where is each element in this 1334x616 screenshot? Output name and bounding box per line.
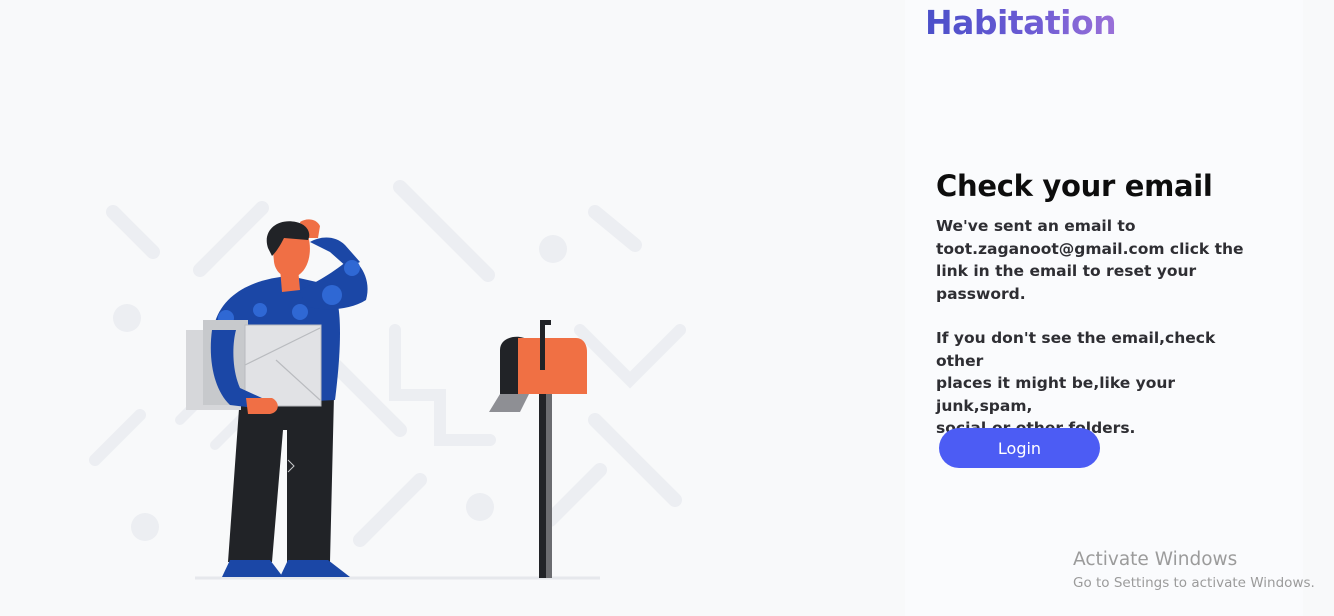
message-line: toot.zaganoot@gmail.com click the [936, 239, 1244, 258]
person-figure [186, 219, 368, 577]
windows-activation-watermark: Activate Windows Go to Settings to activ… [1073, 548, 1315, 593]
page-title: Check your email [936, 169, 1213, 203]
mailbox [489, 320, 587, 578]
message-line: password. [936, 284, 1026, 303]
message-line: link in the email to reset your [936, 262, 1197, 280]
illustration-panel [0, 0, 905, 616]
background-decorations [89, 180, 686, 547]
login-button[interactable]: Login [939, 428, 1100, 468]
message-paragraph-1: We've sent an email to toot.zaganoot@gma… [936, 215, 1256, 305]
watermark-subtitle: Go to Settings to activate Windows. [1073, 575, 1315, 591]
message-line: If you don't see the email,check other [936, 329, 1216, 370]
message-line: We've sent an email to [936, 217, 1136, 235]
watermark-title: Activate Windows [1073, 549, 1238, 570]
message-paragraph-2: If you don't see the email,check other p… [936, 327, 1256, 440]
message-line: places it might be,like your junk,spam, [936, 374, 1176, 415]
right-panel: Habitation Check your email We've sent a… [905, 0, 1303, 616]
person-waiting-for-mail-illustration [89, 180, 686, 580]
brand-logo: Habitation [925, 3, 1117, 42]
